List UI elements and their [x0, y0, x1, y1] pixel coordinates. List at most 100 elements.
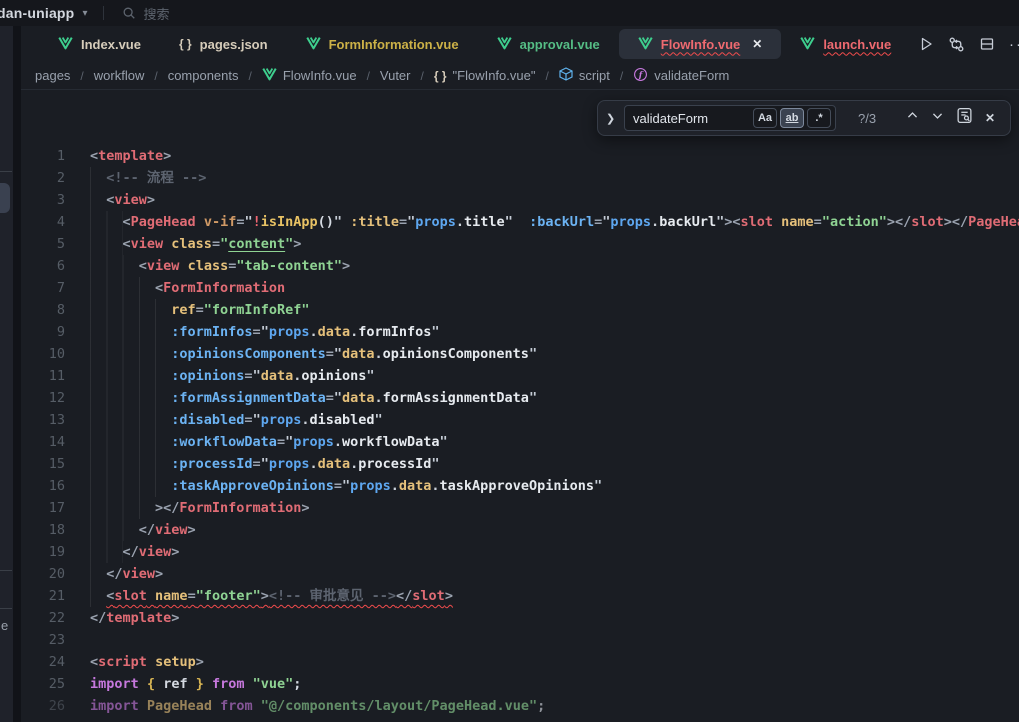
line-number[interactable]: 1	[21, 145, 65, 167]
line-number[interactable]: 17	[21, 497, 65, 519]
find-results-count: ?/3	[858, 111, 896, 126]
breadcrumb-item-validateform[interactable]: fvalidateForm	[631, 67, 731, 85]
titlebar-search[interactable]: 搜索	[122, 4, 169, 23]
line-number[interactable]: 11	[21, 365, 65, 387]
code-line[interactable]: 12:formAssignmentData="data.formAssignme…	[21, 387, 1019, 409]
match-case-button[interactable]: Aa	[753, 108, 777, 128]
tab-flowinfo-vue[interactable]: FlowInfo.vue✕	[619, 29, 782, 59]
close-find-button[interactable]: ✕	[985, 111, 995, 125]
breadcrumb-separator: /	[367, 69, 370, 83]
line-number[interactable]: 8	[21, 299, 65, 321]
line-number[interactable]: 22	[21, 607, 65, 629]
line-number[interactable]: 18	[21, 519, 65, 541]
code-line[interactable]: 23	[21, 629, 1019, 651]
line-number[interactable]: 13	[21, 409, 65, 431]
code-line[interactable]: 4<PageHead v-if="!isInApp()" :title="pro…	[21, 211, 1019, 233]
code-line[interactable]: 25import { ref } from "vue";	[21, 673, 1019, 695]
code-line[interactable]: 20</view>	[21, 563, 1019, 585]
next-match-button[interactable]	[931, 109, 944, 127]
line-number[interactable]: 26	[21, 695, 65, 717]
breadcrumb-item-components[interactable]: components	[166, 68, 241, 83]
find-input[interactable]	[633, 111, 753, 126]
code-line[interactable]: 3<view>	[21, 189, 1019, 211]
line-number[interactable]: 2	[21, 167, 65, 189]
code-line[interactable]: 8ref="formInfoRef"	[21, 299, 1019, 321]
line-number[interactable]: 25	[21, 673, 65, 695]
line-number[interactable]: 23	[21, 629, 65, 651]
line-number[interactable]: 4	[21, 211, 65, 233]
code-line[interactable]: 5<view class="content">	[21, 233, 1019, 255]
tab-approval-vue[interactable]: approval.vue	[478, 29, 619, 59]
code-line[interactable]: 2<!-- 流程 -->	[21, 167, 1019, 189]
code-line[interactable]: 11:opinions="data.opinions"	[21, 365, 1019, 387]
code-line[interactable]: 1<template>	[21, 145, 1019, 167]
tab-index-vue[interactable]: Index.vue	[39, 29, 160, 59]
breadcrumb-separator: /	[154, 69, 157, 83]
code-line[interactable]: 19</view>	[21, 541, 1019, 563]
code-line[interactable]: 13:disabled="props.disabled"	[21, 409, 1019, 431]
run-button[interactable]	[918, 36, 934, 52]
vue-icon	[58, 36, 73, 53]
line-number[interactable]: 16	[21, 475, 65, 497]
close-tab-icon[interactable]: ✕	[752, 37, 762, 51]
line-number[interactable]: 20	[21, 563, 65, 585]
breadcrumb-item-vuter[interactable]: Vuter	[378, 68, 413, 83]
breadcrumb-item-workflow[interactable]: workflow	[92, 68, 147, 83]
code-line[interactable]: 17></FormInformation>	[21, 497, 1019, 519]
source-control-compare-icon[interactable]	[948, 36, 965, 53]
line-number[interactable]: 14	[21, 431, 65, 453]
code-line[interactable]: 26 import PageHead from "@/components/lay…	[21, 695, 1019, 717]
line-number[interactable]: 24	[21, 651, 65, 673]
code-line[interactable]: 16:taskApproveOpinions="props.data.taskA…	[21, 475, 1019, 497]
line-number[interactable]: 19	[21, 541, 65, 563]
whole-word-button[interactable]: ab	[780, 108, 804, 128]
breadcrumb-item-pages[interactable]: pages	[33, 68, 72, 83]
sidebar-sash[interactable]	[13, 26, 21, 722]
code-text: import PageHead from "@/components/layou…	[90, 695, 545, 717]
code-line[interactable]: 14:workflowData="props.workflowData"	[21, 431, 1019, 453]
braces-icon: { }	[179, 37, 192, 51]
breadcrumb-separator: /	[80, 69, 83, 83]
tab-launch-vue[interactable]: launch.vue	[781, 29, 910, 59]
panel-edge-line	[0, 608, 12, 609]
project-name[interactable]: dan-uniapp	[0, 5, 74, 21]
line-number[interactable]: 5	[21, 233, 65, 255]
line-number[interactable]: 15	[21, 453, 65, 475]
split-editor-icon[interactable]	[979, 36, 995, 52]
vue-icon	[800, 36, 815, 53]
line-number[interactable]: 21	[21, 585, 65, 607]
tab-pages-json[interactable]: { }pages.json	[160, 29, 287, 59]
line-number[interactable]: 12	[21, 387, 65, 409]
breadcrumb-separator: /	[249, 69, 252, 83]
code-line[interactable]: 10:opinionsComponents="data.opinionsComp…	[21, 343, 1019, 365]
find-in-selection-button[interactable]	[956, 107, 973, 129]
code-line[interactable]: 22</template>	[21, 607, 1019, 629]
breadcrumb-item--flowinfo-vue-[interactable]: { }"FlowInfo.vue"	[432, 68, 538, 83]
code-line[interactable]: 18</view>	[21, 519, 1019, 541]
indent-guides	[90, 167, 106, 189]
code-line[interactable]: 24<script setup>	[21, 651, 1019, 673]
line-number[interactable]: 10	[21, 343, 65, 365]
panel-handle[interactable]	[0, 183, 10, 213]
previous-match-button[interactable]	[906, 109, 919, 127]
code-line[interactable]: 21<slot name="footer"><!-- 审批意见 --></slo…	[21, 585, 1019, 607]
indent-guides	[90, 343, 171, 365]
line-number[interactable]: 7	[21, 277, 65, 299]
regex-button[interactable]: .*	[807, 108, 831, 128]
method-icon: f	[633, 67, 648, 85]
line-number[interactable]: 6	[21, 255, 65, 277]
project-dropdown-chevron-icon[interactable]: ▾	[82, 8, 87, 19]
code-line[interactable]: 6<view class="tab-content">	[21, 255, 1019, 277]
line-number[interactable]: 9	[21, 321, 65, 343]
toggle-replace-chevron-icon[interactable]: ❯	[606, 112, 616, 125]
tab-forminformation-vue[interactable]: FormInformation.vue	[287, 29, 478, 59]
code-line[interactable]: 15:processId="props.data.processId"	[21, 453, 1019, 475]
more-actions-icon[interactable]: ··	[1009, 36, 1019, 53]
editor-group: Index.vue{ }pages.jsonFormInformation.vu…	[21, 26, 1019, 722]
line-number[interactable]: 3	[21, 189, 65, 211]
indent-guides	[90, 519, 139, 541]
breadcrumb-item-flowinfo-vue[interactable]: FlowInfo.vue	[260, 67, 359, 84]
code-line[interactable]: 7<FormInformation	[21, 277, 1019, 299]
breadcrumb-item-script[interactable]: script	[557, 67, 612, 84]
code-line[interactable]: 9:formInfos="props.data.formInfos"	[21, 321, 1019, 343]
